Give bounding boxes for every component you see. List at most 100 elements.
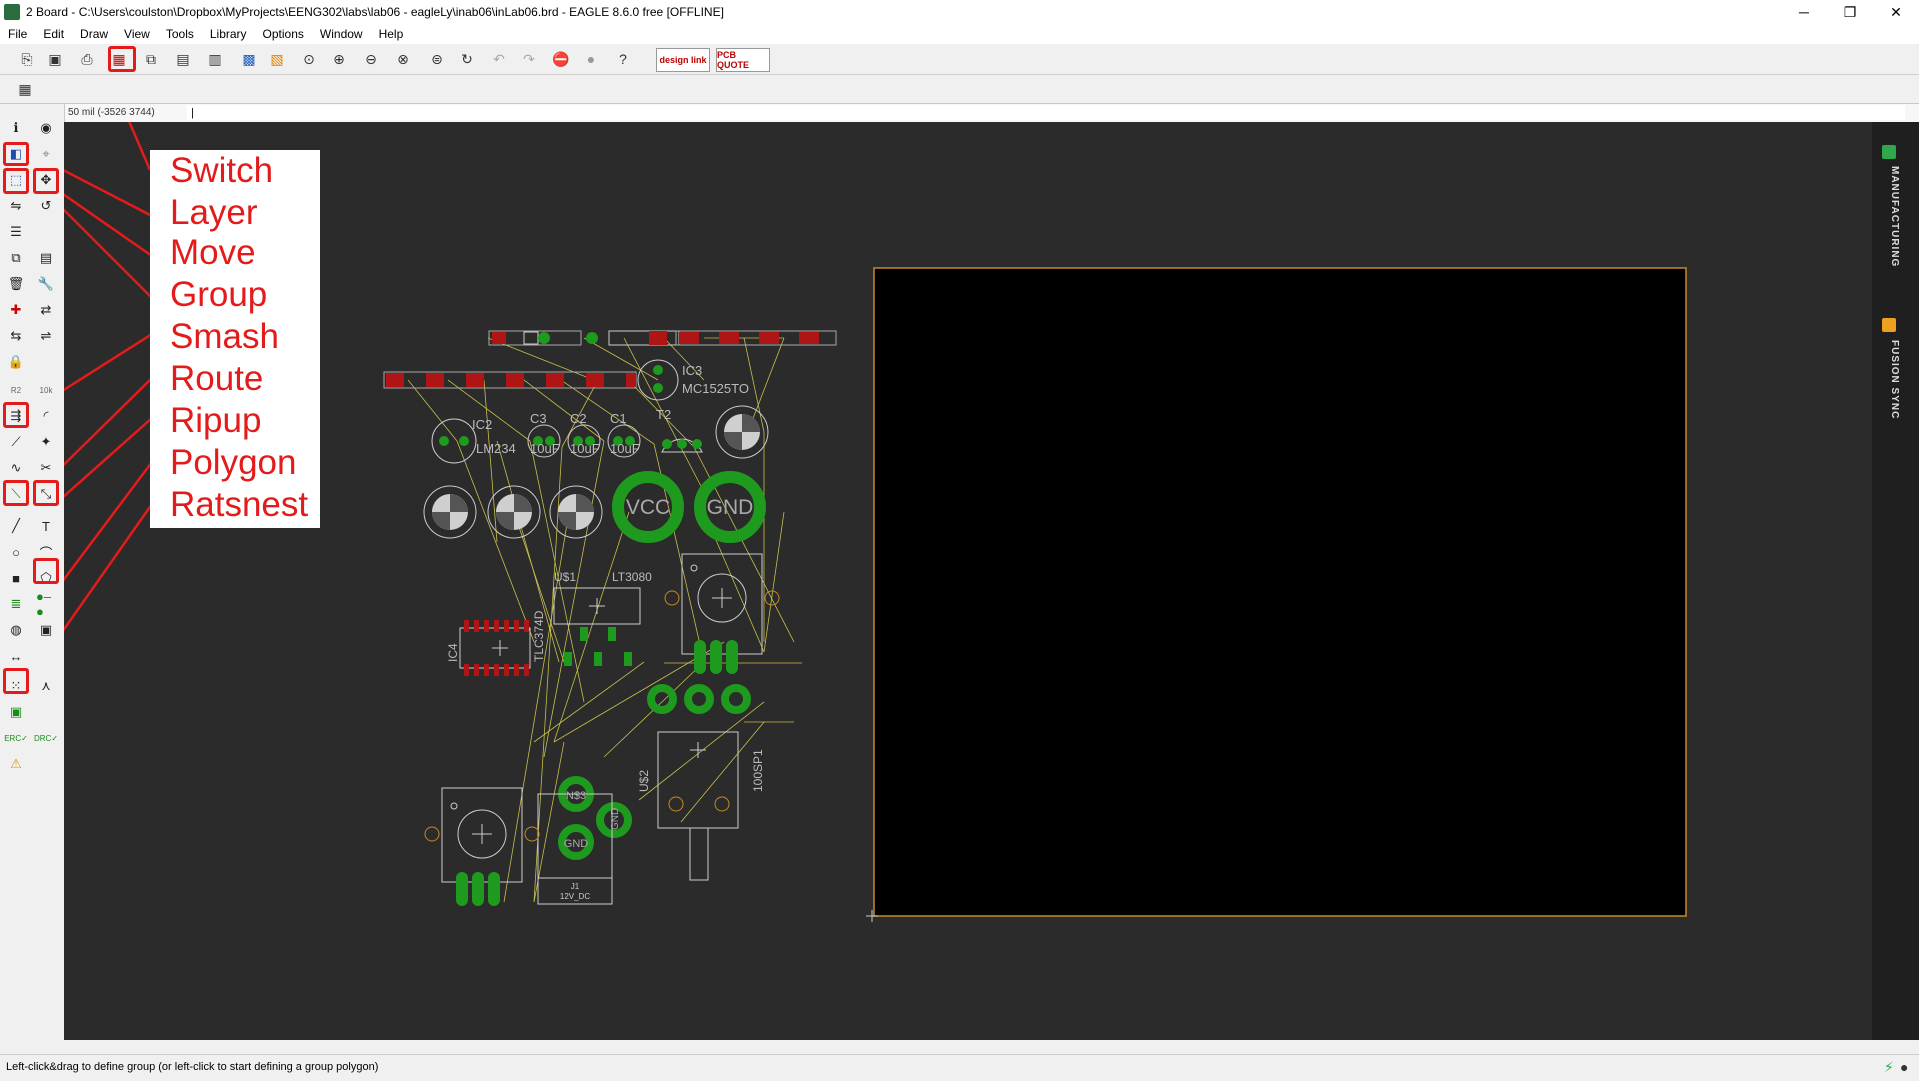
attribute-icon[interactable]: ▣ [36,620,56,640]
add-icon[interactable]: ✚ [6,300,26,320]
paste-icon[interactable]: ▤ [36,248,56,268]
help-icon[interactable]: ? [612,48,634,70]
rect-icon[interactable]: ■ [6,568,26,588]
minimize-button[interactable]: ─ [1781,0,1827,24]
align-icon[interactable]: ☰ [6,222,26,242]
optimize-icon[interactable]: ✦ [36,432,56,452]
menu-window[interactable]: Window [320,27,363,41]
manufacturing-icon[interactable] [1882,145,1896,159]
copy-icon[interactable]: ⧉ [6,248,26,268]
zoom-select-icon[interactable]: ⊗ [392,48,414,70]
menu-help[interactable]: Help [379,27,404,41]
zoom-area-icon[interactable]: ⊜ [426,48,448,70]
circle-icon[interactable]: ○ [6,542,26,562]
command-input[interactable] [187,105,1905,120]
change-icon[interactable]: 🔧 [36,274,56,294]
menu-tools[interactable]: Tools [166,27,194,41]
window-title: 2 Board - C:\Users\coulston\Dropbox\MyPr… [26,5,724,19]
ulp-run-icon[interactable]: ▧ [266,48,288,70]
dimension-icon[interactable]: ↔ [6,646,26,666]
mark-icon[interactable]: ⌖ [36,144,56,164]
wire-icon[interactable]: ╱ [6,516,26,536]
pcb-quote-button[interactable]: PCB QUOTE [716,48,770,72]
cam-highlight [108,46,136,72]
show-icon[interactable]: ◉ [36,118,56,138]
stop-status-icon[interactable]: ● [1900,1059,1908,1075]
slice-icon[interactable]: ✂ [36,458,56,478]
name-icon[interactable]: R2 [6,380,26,400]
board-canvas[interactable]: IC3 MC1525TO IC2 LM234 C3 C2 C1 10uF 10u… [28,71,1900,1040]
menu-options[interactable]: Options [263,27,304,41]
ulp-icon[interactable]: ▥ [204,48,226,70]
mirror-icon[interactable]: ⇋ [6,196,26,216]
erc-icon[interactable]: ERC✓ [4,728,28,748]
restore-button[interactable]: ❐ [1827,0,1873,24]
open-icon[interactable]: ⎘ [16,48,38,70]
via-icon[interactable]: ≣ [6,594,26,614]
replace-icon[interactable]: ⇄ [36,300,56,320]
script-icon[interactable]: ▩ [238,48,260,70]
horizontal-scrollbar[interactable] [64,1040,1900,1054]
split-icon[interactable]: ⟋ [6,432,26,452]
hole-icon[interactable]: ◍ [6,620,26,640]
label-lt3080: LT3080 [612,570,652,584]
annotation-polygon: Polygon [170,443,297,482]
command-row: 50 mil (-3526 3744) [64,104,1919,123]
undo-icon[interactable]: ↶ [488,48,510,70]
annotation-box: Switch Layer Move Group Smash Route Ripu… [150,150,320,528]
miter-icon[interactable]: ◜ [36,406,56,426]
close-button[interactable]: ✕ [1873,0,1919,24]
go-icon[interactable]: ● [580,48,602,70]
grid-icon[interactable]: ▦ [14,78,36,100]
parameter-toolbar: ▦ [0,75,1919,104]
rotate-icon[interactable]: ↺ [36,196,56,216]
autorouter-icon[interactable]: ⋏ [36,676,56,696]
redo-icon[interactable]: ↷ [518,48,540,70]
delete-icon[interactable]: 🗑 [6,274,26,294]
lock-icon[interactable]: 🔒 [6,352,26,372]
design-link-button[interactable]: design link [656,48,710,72]
gateswap-icon[interactable]: ⇌ [36,326,56,346]
value-icon[interactable]: 10k [36,380,56,400]
menu-draw[interactable]: Draw [80,27,108,41]
swap-icon[interactable]: ⇆ [6,326,26,346]
menu-view[interactable]: View [124,27,150,41]
fusion-sync-tab[interactable]: FUSION SYNC [1886,340,1900,419]
warning-icon[interactable]: ⚠ [6,754,26,774]
meander-icon[interactable]: ∿ [6,458,26,478]
print-icon[interactable]: ⎙ [76,48,98,70]
signal-icon[interactable]: ●‒● [36,589,56,619]
menu-file[interactable]: File [8,27,27,41]
smd-row-lower [383,371,637,389]
fusion-sync-icon[interactable] [1882,318,1896,332]
stop-icon[interactable]: ⛔ [550,48,572,70]
label-vcc: VCC [626,496,670,519]
menu-bar: File Edit Draw View Tools Library Option… [0,24,1919,44]
run-icon[interactable]: ▤ [172,48,194,70]
manufacturing-tab[interactable]: MANUFACTURING [1886,166,1900,267]
info-icon[interactable]: ℹ [6,118,26,138]
annotation-route: Route [170,359,264,398]
smash-highlight [3,402,29,428]
title-bar: 2 Board - C:\Users\coulston\Dropbox\MyPr… [0,0,1919,24]
save-icon[interactable]: ▣ [44,48,66,70]
ratsnest-highlight [3,668,29,694]
status-bar: Left-click&drag to define group (or left… [0,1054,1919,1081]
redraw-icon[interactable]: ↻ [456,48,478,70]
switch-schematic-icon[interactable]: ⧉ [140,48,162,70]
ripup-highlight [33,480,59,506]
polygon-highlight [33,558,59,584]
zoom-in-icon[interactable]: ⊕ [328,48,350,70]
text-icon[interactable]: T [36,516,56,536]
annotation-smash: Smash [170,317,279,356]
menu-edit[interactable]: Edit [43,27,64,41]
drc-icon[interactable]: DRC✓ [34,728,58,748]
label-12v-dc: 12V_DC [560,892,590,901]
annotation-move: Move [170,233,256,272]
label-gnd-pad: GND [564,838,589,850]
zoom-fit-icon[interactable]: ⊙ [298,48,320,70]
zoom-out-icon[interactable]: ⊖ [360,48,382,70]
fusion-icon[interactable]: ▣ [6,702,26,722]
menu-library[interactable]: Library [210,27,247,41]
mounting-holes [423,485,603,539]
